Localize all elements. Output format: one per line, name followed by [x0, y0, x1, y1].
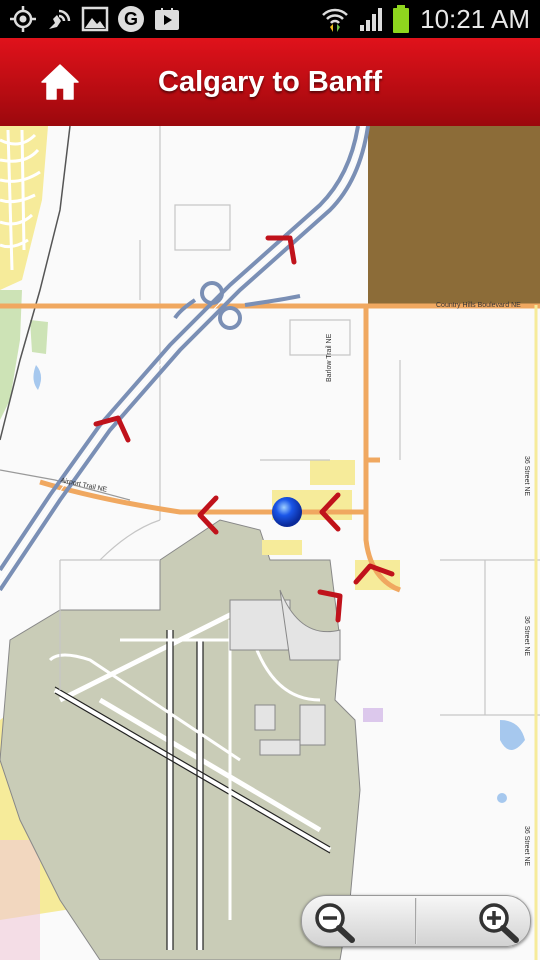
road-label-barlow: Barlow Trail NE: [326, 333, 333, 382]
svg-text:G: G: [124, 9, 138, 29]
gps-icon: [8, 6, 38, 32]
route-arrow-3: [197, 495, 219, 535]
highway: [0, 126, 370, 592]
battery-icon: [390, 5, 412, 33]
park-area-2: [30, 320, 48, 354]
wifi-calling-icon: [44, 6, 74, 32]
water-1: [33, 365, 42, 390]
road-label-36-street-b: 36 Street NE: [523, 616, 530, 657]
page-title: Calgary to Banff: [158, 66, 382, 98]
zoom-out-button[interactable]: [302, 896, 424, 946]
play-store-icon: [152, 6, 182, 32]
signal-icon: [356, 6, 386, 32]
gallery-icon: [80, 6, 110, 32]
road-label-country-hills: Country Hills Boulevard NE: [436, 302, 521, 309]
water-3: [497, 793, 507, 803]
map-canvas: [0, 126, 540, 960]
title-bar: Calgary to Banff: [0, 38, 540, 127]
zoom-out-icon: [315, 903, 355, 943]
zoom-in-button[interactable]: [416, 896, 530, 946]
zoom-controls: [301, 895, 531, 947]
status-time: 10:21 AM: [420, 4, 530, 34]
zoom-in-icon: [479, 903, 519, 943]
road-label-36-street-c: 36 Street NE: [523, 826, 530, 867]
purple-building: [363, 708, 383, 722]
brown-land-area: [368, 126, 540, 304]
status-bar: G 10:21 AM: [0, 0, 540, 38]
commercial-area: [0, 840, 40, 960]
water-2: [500, 720, 525, 750]
google-icon: G: [116, 6, 146, 32]
map-view[interactable]: Country Hills Boulevard NE Barlow Trail …: [0, 126, 540, 960]
wifi-icon: [320, 6, 350, 32]
current-location-dot: [272, 497, 302, 527]
road-label-36-street-a: 36 Street NE: [523, 456, 530, 497]
park-area: [0, 290, 22, 420]
